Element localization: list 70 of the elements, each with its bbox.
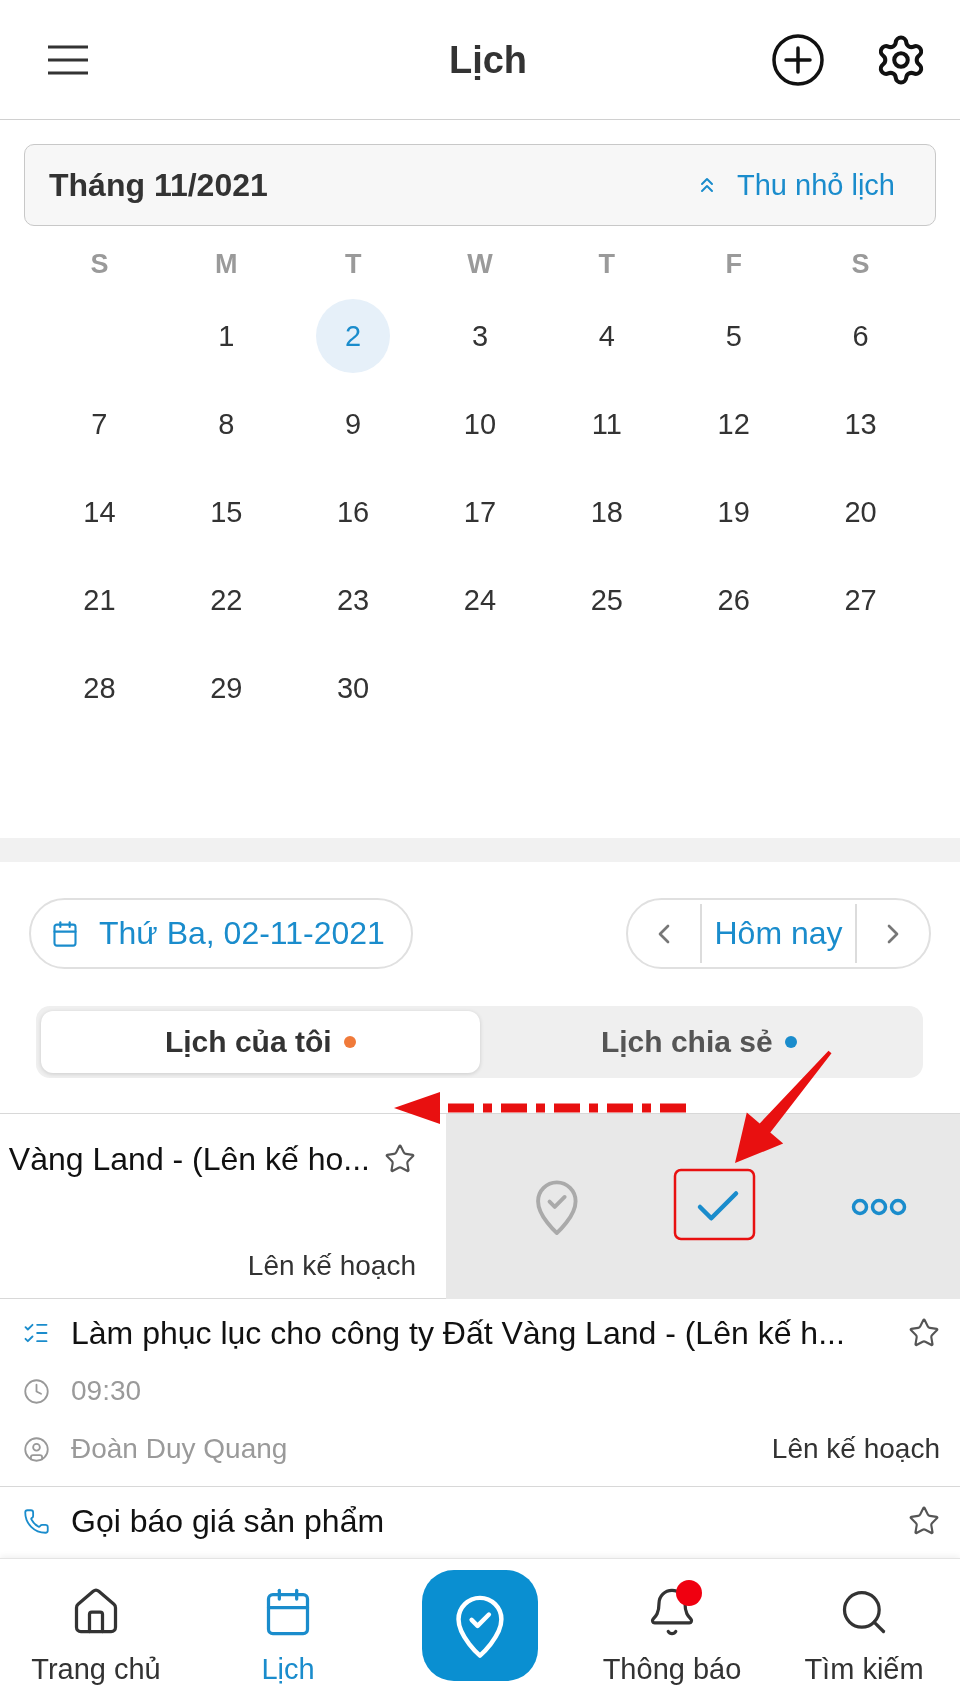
event-status: Lên kế hoạch [771,1433,940,1465]
event-owner: Đoàn Duy Quang [71,1433,289,1465]
month-title: Tháng 11/2021 [49,166,268,204]
check-in-button[interactable] [534,1178,579,1235]
day-cell[interactable]: 18 [569,475,644,549]
day-cell[interactable]: 30 [316,651,391,725]
event-row[interactable]: Làm phục lục cho công ty Đất Vàng Land - (Lên kế h... 09:30 Đoàn Duy Quang Lên kế hoạch [0,1299,960,1487]
pin-check-icon [455,1593,505,1658]
nav-tab[interactable]: Trang chủ [31,1559,161,1686]
date-picker-button[interactable]: Thứ Ba, 02-11-2021 [29,898,413,969]
today-button[interactable]: Hôm nay [702,900,855,967]
day-cell[interactable]: 7 [62,387,137,461]
calendar-icon [51,919,79,948]
weekday-label: W [467,248,493,280]
day-cell[interactable]: 3 [443,299,517,373]
phone-icon [22,1507,50,1535]
event-status: Lên kế hoạch [247,1250,416,1282]
day-cell[interactable]: 20 [823,475,898,549]
star-icon[interactable] [908,1505,940,1537]
event-time: 09:30 [71,1375,143,1407]
day-cell[interactable]: 24 [443,563,517,637]
day-cell[interactable]: 9 [316,387,391,461]
day-cell[interactable]: 22 [189,563,264,637]
event-title: Gọi báo giá sản phẩm [71,1502,386,1540]
day-cell[interactable]: 28 [62,651,137,725]
more-button[interactable] [851,1197,908,1216]
day-cell[interactable]: 16 [316,475,391,549]
pin-check-icon [534,1178,579,1235]
event-title: Làm phục lục cho công ty Đất Vàng Land - (Lên kế h... [71,1314,846,1352]
menu-icon [48,44,88,75]
day-cell[interactable]: 29 [189,651,264,725]
day-cell[interactable]: 19 [696,475,771,549]
day-cell[interactable]: 23 [316,563,391,637]
menu-button[interactable] [48,44,88,75]
weekday-label: F [725,248,742,280]
day-cell[interactable]: 17 [443,475,517,549]
page-title: Lịch [448,37,528,83]
day-cell[interactable]: 15 [189,475,264,549]
day-cell[interactable]: 8 [189,387,264,461]
day-cell[interactable]: 1 [189,299,264,373]
weekday-label: T [598,248,616,280]
tab[interactable]: Lịch của tôi [41,1011,480,1073]
more-icon [851,1197,908,1216]
weekday-label: S [90,248,109,280]
day-cell[interactable]: 4 [569,299,644,373]
day-cell[interactable]: 13 [823,387,898,461]
user-icon [22,1435,50,1463]
nav-tab[interactable]: Thông báo [602,1559,742,1686]
event-title: Vàng Land - (Lên kế ho... [8,1140,370,1178]
star-icon[interactable] [384,1143,416,1175]
add-icon [772,33,824,86]
day-cell[interactable]: 27 [823,563,898,637]
day-cell[interactable]: 11 [569,387,644,461]
weekday-label: T [344,248,362,280]
add-button[interactable] [772,33,824,86]
day-cell[interactable]: 25 [569,563,644,637]
day-cell[interactable]: 14 [62,475,137,549]
day-cell[interactable]: 5 [696,299,771,373]
day-cell[interactable]: 12 [696,387,771,461]
check-in-button[interactable] [422,1570,538,1681]
weekday-label: M [215,248,238,280]
day-cell[interactable]: 21 [62,563,137,637]
nav-tab[interactable]: Tìm kiếm [804,1559,924,1686]
clock-icon [22,1377,50,1405]
day-cell[interactable]: 26 [696,563,771,637]
day-cell[interactable]: 10 [443,387,517,461]
star-icon[interactable] [908,1317,940,1349]
nav-tab[interactable]: Lịch [261,1559,315,1686]
day-cell[interactable]: 6 [823,299,898,373]
weekday-label: S [851,248,870,280]
